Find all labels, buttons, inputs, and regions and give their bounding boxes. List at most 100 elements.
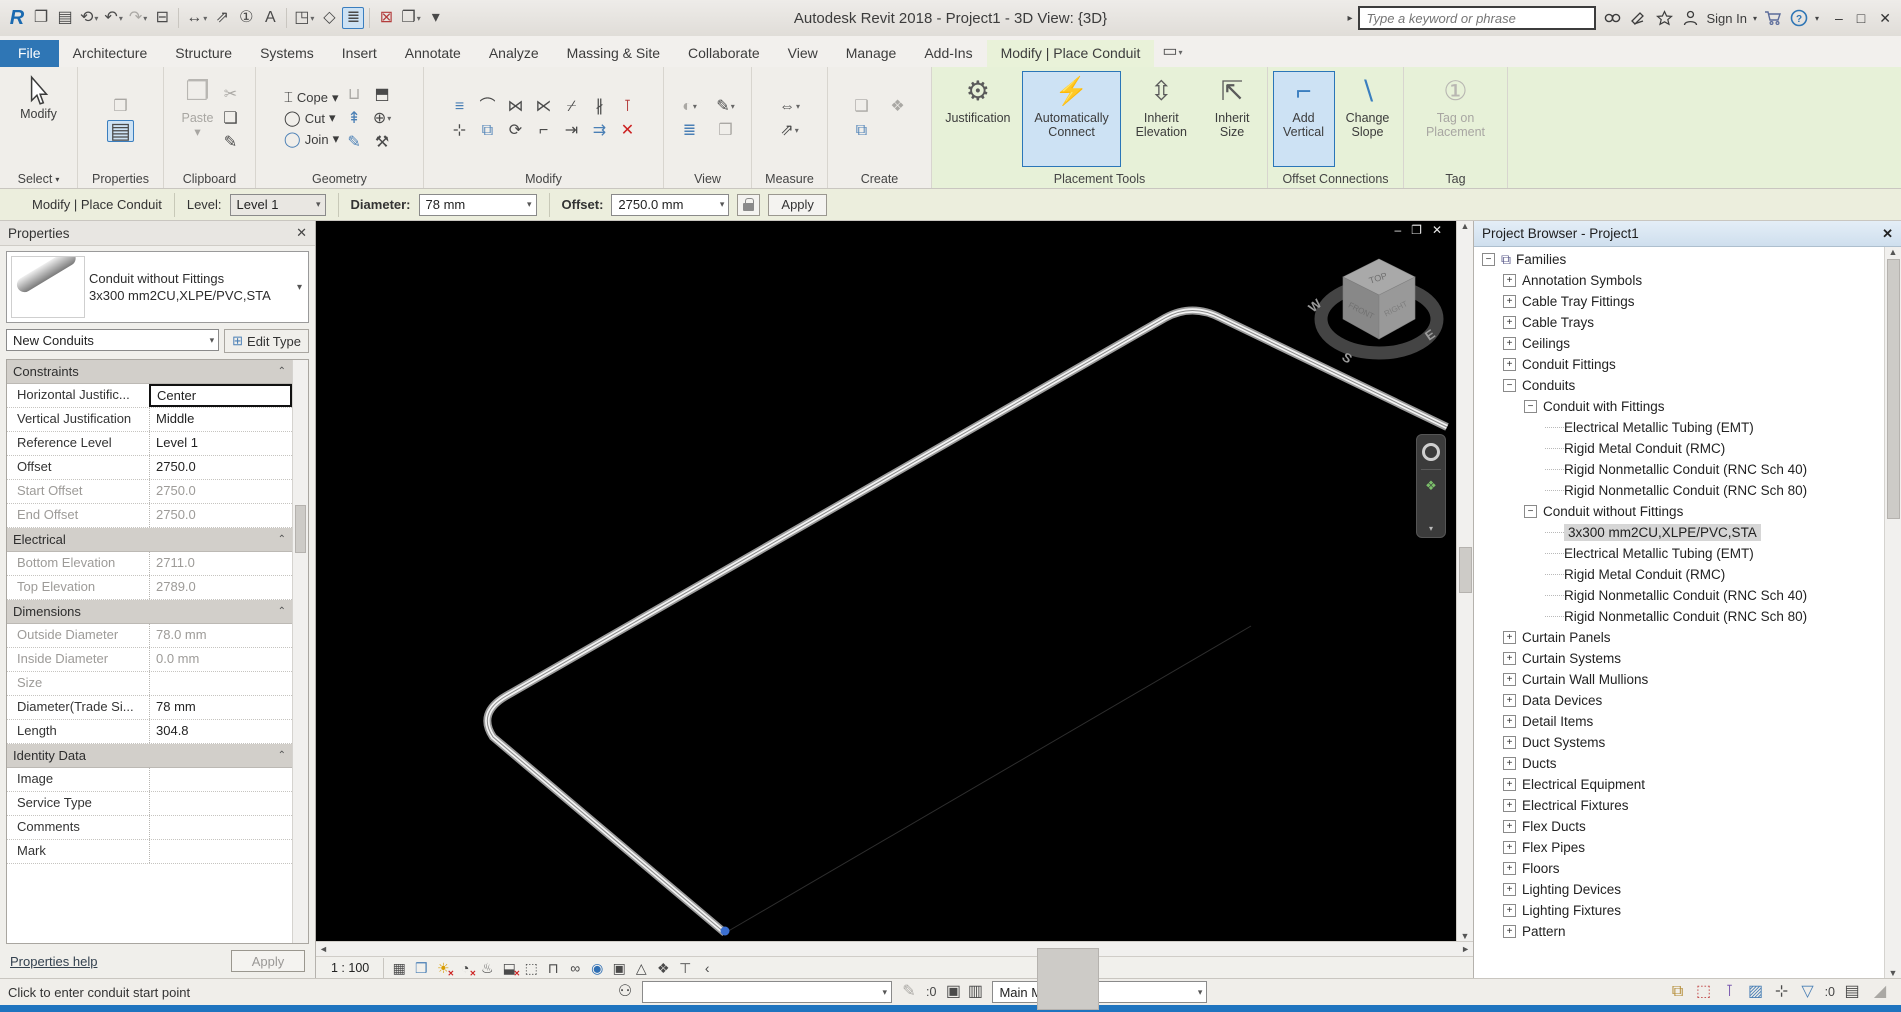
close-inactive-windows-icon[interactable]: ⊠ [375,7,397,29]
reveal-constraints-icon[interactable]: ⊤ [675,958,695,977]
tree-item-curtain-systems[interactable]: + Curtain Systems [1476,648,1884,669]
options-apply-button[interactable]: Apply [768,193,827,216]
scroll-up-icon[interactable]: ▲ [1461,221,1470,231]
collapse-icon[interactable]: − [1524,505,1537,518]
pin-icon[interactable]: ⊺ [617,96,639,118]
help-icon[interactable]: ? [1789,8,1809,28]
tree-item-floors[interactable]: + Floors [1476,858,1884,879]
show-rendering-dialog-icon[interactable]: ♨ [477,958,497,977]
trim-extend-single-icon[interactable]: ⇥ [561,120,583,142]
create-group-icon[interactable]: ❑ [851,96,873,118]
sign-in-button[interactable]: Sign In [1706,11,1746,26]
copy-icon[interactable]: ⧉ [477,120,499,142]
resize-grip-icon[interactable]: ◢ [1869,981,1891,1003]
tree-item-electrical-fixtures[interactable]: + Electrical Fixtures [1476,795,1884,816]
expand-icon[interactable]: + [1503,799,1516,812]
property-value[interactable]: 2750.0 [149,504,292,527]
property-value[interactable]: 304.8 [149,720,292,743]
switch-windows-icon[interactable]: ❐ ▾ [399,7,422,29]
properties-palette-button[interactable]: ▤ [107,119,134,142]
hidden-lines-icon[interactable]: ≣ [679,120,701,142]
vscroll-thumb[interactable] [1458,547,1472,593]
exchange-apps-cart-icon[interactable] [1763,8,1783,28]
crop-view-icon[interactable]: ⬓ ✕ [499,958,521,979]
qat-customize-icon[interactable]: ▾ [425,7,447,29]
section-icon[interactable]: ◇ [318,7,340,29]
property-value[interactable] [149,816,292,839]
scroll-down-icon[interactable]: ▼ [1461,931,1470,941]
tree-item-conduit-fittings[interactable]: + Conduit Fittings [1476,354,1884,375]
tab-annotate[interactable]: Annotate [391,40,475,67]
default-3d-view-icon[interactable]: ◳ ▾ [292,7,316,29]
aligned-dimension-tool-icon[interactable]: ⇗ ▾ [777,120,802,142]
expand-icon[interactable]: + [1503,631,1516,644]
property-value[interactable]: 78 mm [149,696,292,719]
tree-item-cable-trays[interactable]: + Cable Trays [1476,312,1884,333]
sync-with-central-icon[interactable]: ⟲ ▾ [78,7,100,29]
tree-item-rigid-nonmetallic-conduit-rnc-sch-40-[interactable]: Rigid Nonmetallic Conduit (RNC Sch 40) [1476,585,1884,606]
offset-select[interactable]: 2750.0 mm ▾ [611,193,730,216]
tree-item-conduits[interactable]: − Conduits [1476,375,1884,396]
create-similar-icon[interactable]: ❖ [887,96,909,118]
tree-item-3x300-mm2cu-xlpe-pvc-sta[interactable]: 3x300 mm2CU,XLPE/PVC,STA [1476,522,1884,543]
expand-icon[interactable]: + [1503,316,1516,329]
tab-architecture[interactable]: Architecture [59,40,162,67]
property-value[interactable]: Middle [149,408,292,431]
property-grid-scrollbar[interactable] [292,360,308,943]
mirror-pick-axis-icon[interactable]: ⋈ [505,96,527,118]
section-identity-data[interactable]: Identity Data ⌃ [7,744,292,768]
expand-icon[interactable]: + [1503,862,1516,875]
cut-geometry-button[interactable]: ◯ Cut ▾ [284,109,339,127]
properties-help-link[interactable]: Properties help [10,954,97,969]
property-value[interactable]: Center [149,384,292,407]
user-interface-icon[interactable]: ❒ [109,96,131,118]
search-input[interactable] [1358,6,1597,30]
view-close-icon[interactable]: ✕ [1432,223,1442,237]
panel-label-select[interactable]: Select ▾ [0,170,77,188]
temporary-hide-isolate-icon[interactable]: ∞ [565,958,585,977]
expand-icon[interactable]: + [1503,820,1516,833]
tree-item-families[interactable]: − ⧉ Families [1476,249,1884,270]
rotate-icon[interactable]: ⟳ [505,120,527,142]
property-value[interactable]: Level 1 [149,432,292,455]
drawing-area[interactable]: – ❐ ✕ W S E TOP FRONT RIGHT ❖ ▾ [316,221,1456,941]
level-select[interactable]: Level 1 ▾ [229,193,326,216]
tab-extension-icon[interactable]: ▭ ▾ [1160,41,1184,63]
cut-to-clipboard-icon[interactable]: ✂ [219,84,241,106]
tree-item-ceilings[interactable]: + Ceilings [1476,333,1884,354]
redo-icon[interactable]: ↷ ▾ [127,7,149,29]
lock-offset-toggle[interactable] [737,193,761,216]
browser-scroll-down-icon[interactable]: ▼ [1889,968,1898,978]
expand-icon[interactable]: + [1503,904,1516,917]
measure-icon[interactable]: ↔ ▾ [184,7,209,29]
expand-icon[interactable]: + [1503,883,1516,896]
expand-icon[interactable]: + [1503,673,1516,686]
automatically-connect-button[interactable]: ⚡ Automatically Connect [1021,70,1122,167]
navigation-bar[interactable]: ❖ ▾ [1416,434,1446,538]
expand-icon[interactable]: + [1503,652,1516,665]
active-workset-select[interactable]: ▾ [642,981,892,1003]
property-value[interactable] [149,792,292,815]
tab-collaborate[interactable]: Collaborate [674,40,774,67]
property-value[interactable]: 2750.0 [149,456,292,479]
undo-icon[interactable]: ↶ ▾ [102,7,124,29]
expand-icon[interactable]: + [1503,841,1516,854]
sign-in-caret-icon[interactable]: ▾ [1753,14,1757,23]
trim-extend-multiple-icon[interactable]: ⇉ [589,120,611,142]
create-assembly-icon[interactable]: ⧉ [851,120,873,142]
property-value[interactable]: 2750.0 [149,480,292,503]
property-value[interactable] [149,840,292,863]
design-options-icon[interactable]: ▣ [942,981,964,1003]
linework-pencil-icon[interactable]: ✎ [343,132,365,154]
offset-icon[interactable]: ⌒ [477,96,499,118]
beam-cope-icon[interactable]: ⬒ [371,84,393,106]
trim-extend-corner-icon[interactable]: ⌐ [533,120,555,142]
tree-item-lighting-devices[interactable]: + Lighting Devices [1476,879,1884,900]
collapse-icon[interactable]: − [1524,400,1537,413]
property-value[interactable]: 0.0 mm [149,648,292,671]
tree-item-data-devices[interactable]: + Data Devices [1476,690,1884,711]
expand-icon[interactable]: + [1503,736,1516,749]
change-slope-button[interactable]: ∖ Change Slope [1337,71,1399,167]
scale-button[interactable]: 1 : 100 [322,959,378,977]
active-design-option-select[interactable]: Main Model ▾ [992,981,1208,1003]
